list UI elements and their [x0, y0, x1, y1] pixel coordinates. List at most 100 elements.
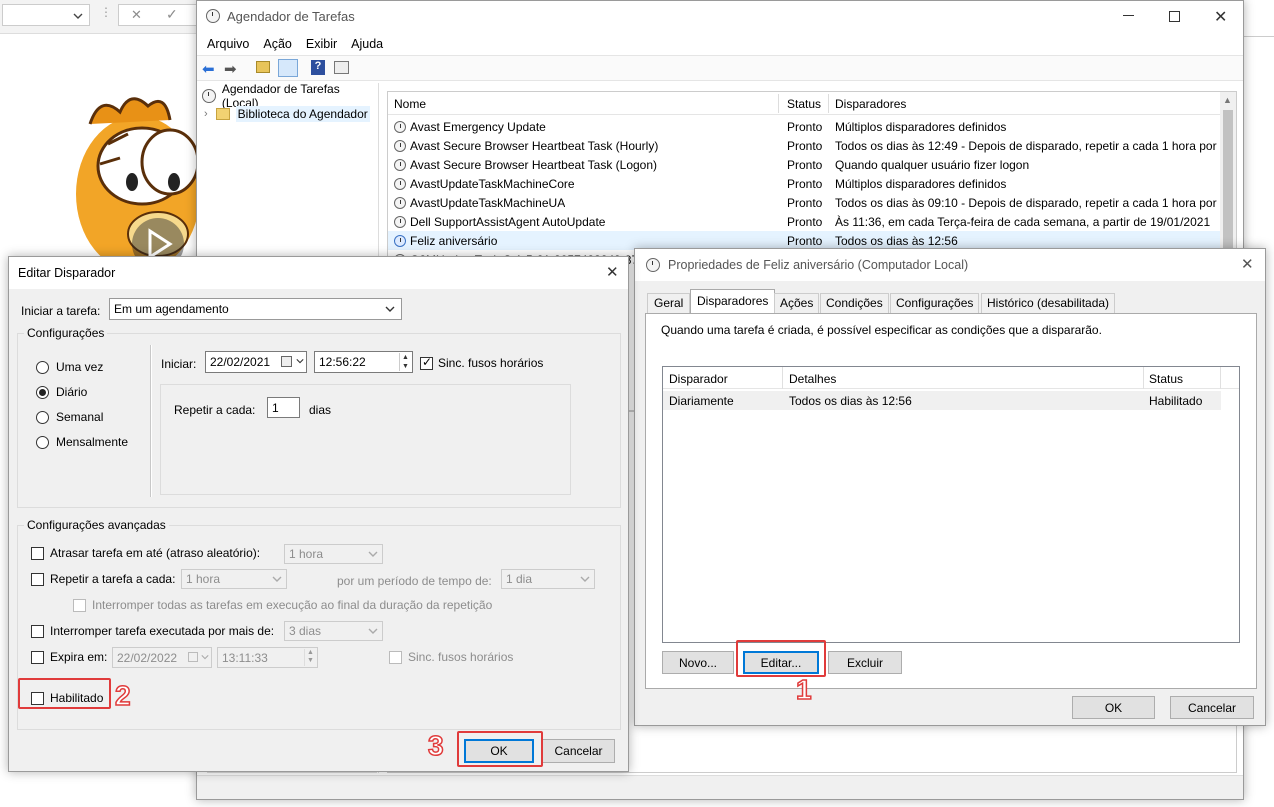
console-icon[interactable] [334, 61, 349, 74]
menu-arquivo[interactable]: Arquivo [207, 37, 249, 51]
expire-date-field[interactable]: 22/02/2022 [112, 647, 212, 668]
tab-configuracoes[interactable]: Configurações [890, 293, 980, 313]
task-row[interactable]: AvastUpdateTaskMachineUA Pronto Todos os… [388, 193, 1221, 212]
clock-icon [394, 234, 406, 247]
props-cancel-button[interactable]: Cancelar [1170, 696, 1254, 719]
menubar: Arquivo Ação Exibir Ajuda [197, 34, 1243, 54]
edit-cancel-button[interactable]: Cancelar [542, 739, 615, 763]
maximize-icon[interactable] [1169, 11, 1180, 22]
start-date-field[interactable]: 22/02/2021 [205, 351, 307, 373]
col-status[interactable]: Status [1149, 372, 1183, 386]
annotation-number-3: 3 [427, 729, 444, 762]
tab-acoes[interactable]: Ações [774, 293, 820, 313]
chevron-right-icon[interactable]: › [204, 108, 208, 120]
minimize-icon[interactable] [1123, 15, 1134, 16]
col-status[interactable]: Status [787, 97, 821, 111]
tab-geral[interactable]: Geral [647, 293, 691, 313]
start-task-label: Iniciar a tarefa: [21, 304, 101, 318]
scroll-thumb[interactable] [1223, 110, 1233, 250]
back-arrow-icon[interactable]: ⬅ [202, 60, 215, 78]
task-row[interactable]: Avast Emergency Update Pronto Múltiplos … [388, 117, 1221, 136]
task-name: AvastUpdateTaskMachineUA [410, 195, 566, 210]
tab-historico[interactable]: Histórico (desabilitada) [981, 293, 1116, 313]
task-name: AvastUpdateTaskMachineCore [410, 176, 575, 191]
radio-button[interactable] [36, 385, 49, 399]
radio-button[interactable] [36, 360, 49, 374]
clock-icon [646, 258, 660, 272]
expire-sync-checkbox[interactable]: Sinc. fusos horários [389, 650, 513, 664]
radio-button[interactable] [36, 410, 49, 424]
checkbox[interactable] [31, 650, 44, 664]
stop-longer-checkbox[interactable]: Interromper tarefa executada por mais de… [31, 624, 274, 638]
calendar-icon[interactable] [281, 356, 292, 367]
radio-once[interactable]: Uma vez [36, 360, 103, 374]
duration-select[interactable]: 1 dia [501, 569, 595, 589]
close-icon[interactable]: ✕ [1241, 255, 1254, 273]
check-icon[interactable]: ✓ [166, 6, 178, 23]
checkbox[interactable]: ✓ [420, 355, 433, 370]
col-nome[interactable]: Nome [394, 97, 426, 111]
new-button[interactable]: Novo... [662, 651, 734, 674]
expire-time-field[interactable]: 13:11:33 ▲ ▼ [217, 647, 318, 668]
clock-icon [206, 9, 220, 23]
task-name: Feliz aniversário [410, 233, 498, 248]
spinner-icon[interactable]: ▲ ▼ [304, 649, 316, 666]
task-list-header: Nome Status Disparadores [388, 92, 1236, 115]
checkbox[interactable] [31, 624, 44, 638]
sync-tz-checkbox[interactable]: ✓ Sinc. fusos horários [420, 355, 543, 370]
close-icon[interactable]: ✕ [131, 7, 142, 23]
help-icon[interactable]: ? [311, 60, 325, 75]
radio-button[interactable] [36, 435, 49, 449]
menu-exibir[interactable]: Exibir [306, 37, 337, 51]
menu-ajuda[interactable]: Ajuda [351, 37, 383, 51]
task-row[interactable]: AvastUpdateTaskMachineCore Pronto Múltip… [388, 174, 1221, 193]
task-status: Pronto [787, 119, 823, 134]
radio-weekly[interactable]: Semanal [36, 410, 103, 424]
delay-select[interactable]: 1 hora [284, 544, 383, 564]
checkbox[interactable] [31, 572, 44, 586]
scroll-up-icon[interactable]: ▲ [1223, 95, 1232, 105]
start-task-select[interactable]: Em um agendamento [109, 298, 402, 320]
clock-icon [394, 139, 406, 152]
menu-acao[interactable]: Ação [263, 37, 292, 51]
task-status: Pronto [787, 214, 823, 229]
stop-all-checkbox[interactable]: Interromper todas as tarefas em execução… [73, 598, 492, 612]
task-row[interactable]: Avast Secure Browser Heartbeat Task (Log… [388, 155, 1221, 174]
checkbox[interactable] [73, 598, 86, 612]
trigger-row[interactable]: Diariamente Todos os dias às 12:56 Habil… [663, 391, 1221, 410]
properties-titlebar: Propriedades de Feliz aniversário (Compu… [635, 249, 1265, 281]
col-disparadores[interactable]: Disparadores [835, 97, 906, 111]
start-time-field[interactable]: 12:56:22 ▲ ▼ [314, 351, 413, 373]
radio-monthly[interactable]: Mensalmente [36, 435, 128, 449]
close-icon[interactable]: ✕ [1214, 7, 1227, 27]
radio-daily[interactable]: Diário [36, 385, 87, 399]
recurrence-box [160, 384, 571, 495]
task-row[interactable]: Dell SupportAssistAgent AutoUpdate Pront… [388, 212, 1221, 231]
tab-condicoes[interactable]: Condições [820, 293, 889, 313]
forward-arrow-icon[interactable]: ➡ [224, 60, 237, 78]
col-disparador[interactable]: Disparador [669, 372, 728, 386]
delete-button[interactable]: Excluir [828, 651, 902, 674]
tab-disparadores[interactable]: Disparadores [690, 289, 776, 314]
repeat-task-select[interactable]: 1 hora [181, 569, 287, 589]
expire-checkbox[interactable]: Expira em: [31, 650, 107, 664]
checkbox[interactable] [31, 546, 44, 560]
repeat-task-checkbox[interactable]: Repetir a tarefa a cada: [31, 572, 175, 586]
spinner-icon[interactable]: ▲ ▼ [399, 353, 411, 371]
tree-library[interactable]: › Biblioteca do Agendador [204, 105, 370, 123]
folder-up-icon[interactable] [256, 61, 270, 73]
clock-icon [394, 120, 406, 133]
delay-checkbox[interactable]: Atrasar tarefa em até (atraso aleatório)… [31, 546, 260, 560]
show-tree-icon[interactable] [278, 59, 298, 77]
checkbox[interactable] [389, 650, 402, 664]
bg-dropdown[interactable] [2, 4, 90, 26]
stop-longer-select[interactable]: 3 dias [284, 621, 383, 641]
props-ok-button[interactable]: OK [1072, 696, 1155, 719]
task-row[interactable]: Avast Secure Browser Heartbeat Task (Hou… [388, 136, 1221, 155]
close-icon[interactable]: ✕ [606, 263, 619, 281]
scheduler-title: Agendador de Tarefas [227, 8, 355, 24]
repeat-every-input[interactable]: 1 [267, 397, 300, 418]
tree-root[interactable]: Agendador de Tarefas (Local) [202, 82, 378, 110]
calendar-icon[interactable] [188, 652, 198, 662]
col-detalhes[interactable]: Detalhes [789, 372, 836, 386]
